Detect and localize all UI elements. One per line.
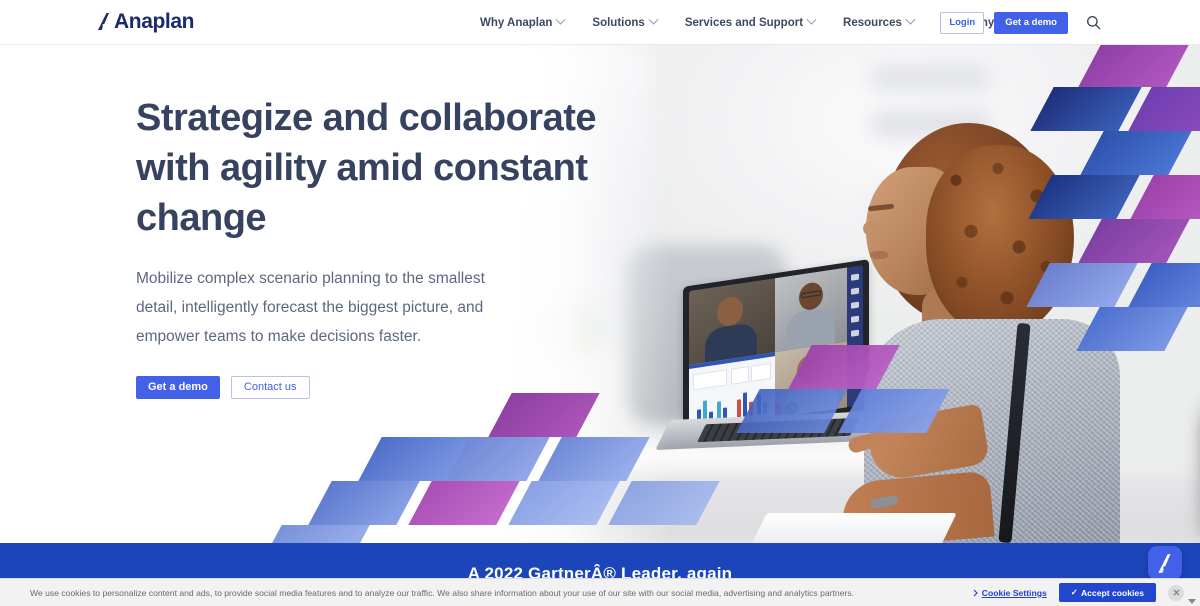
get-a-demo-button[interactable]: Get a demo [994, 11, 1068, 34]
hero-section: Strategize and collaborate with agility … [0, 45, 1200, 543]
search-icon [1086, 15, 1100, 30]
check-icon: ✓ [1070, 587, 1078, 597]
person-illustration [830, 105, 1120, 543]
person-nose [863, 221, 879, 236]
hero-subcopy: Mobilize complex scenario planning to th… [136, 270, 485, 346]
person-lips [870, 251, 888, 259]
chevron-right-icon [973, 589, 978, 596]
nav-label: Resources [843, 16, 902, 29]
cookie-actions: Cookie Settings ✓ Accept cookies [973, 583, 1184, 602]
anaplan-logo[interactable]: Anaplan [96, 11, 194, 32]
accept-cookies-label: Accept cookies [1080, 587, 1144, 598]
anaplan-logo-text: Anaplan [114, 10, 195, 33]
cookie-settings-link[interactable]: Cookie Settings [973, 588, 1047, 598]
login-button[interactable]: Login [940, 11, 985, 34]
photo-background-shelf [870, 65, 990, 91]
notebook-on-desk [749, 513, 957, 543]
cookie-consent-bar: We use cookies to personalize content an… [0, 578, 1200, 606]
page-title: Strategize and collaborate with agility … [136, 97, 597, 240]
nav-item-services-and-support[interactable]: Services and Support [684, 14, 817, 29]
nav-item-why-anaplan[interactable]: Why Anaplan [480, 14, 566, 29]
chevron-down-icon [905, 14, 916, 25]
nav-item-solutions[interactable]: Solutions [592, 14, 659, 29]
chevron-down-icon [806, 14, 817, 25]
cookie-settings-label: Cookie Settings [981, 587, 1047, 598]
page-root: Anaplan Why Anaplan Solutions Services a… [0, 0, 1200, 606]
chat-widget-button[interactable] [1148, 546, 1182, 580]
hero-get-a-demo-button[interactable]: Get a demo [136, 375, 220, 399]
main-navigation: Why Anaplan Solutions Services and Suppo… [480, 0, 1008, 45]
chevron-down-icon [555, 14, 566, 25]
anaplan-chat-icon [1157, 553, 1170, 573]
scroll-down-caret-icon [1188, 599, 1196, 604]
accept-cookies-button[interactable]: ✓ Accept cookies [1058, 583, 1156, 602]
decorative-parallelogram [308, 481, 420, 525]
decorative-parallelogram [258, 525, 370, 543]
hero-cta-row: Get a demo Contact us [136, 375, 606, 399]
nav-label: Services and Support [684, 16, 804, 29]
cookie-consent-text: We use cookies to personalize content an… [30, 587, 855, 598]
site-header: Anaplan Why Anaplan Solutions Services a… [0, 0, 1200, 45]
anaplan-a-mark-icon [98, 13, 109, 30]
chevron-down-icon [648, 14, 659, 25]
hero-contact-us-button[interactable]: Contact us [230, 375, 310, 399]
search-button[interactable] [1082, 12, 1104, 34]
nav-label: Solutions [592, 16, 645, 29]
cookie-close-button[interactable] [1168, 584, 1184, 601]
hero-text-block: Strategize and collaborate with agility … [136, 93, 606, 399]
header-actions: Login Get a demo [940, 0, 1104, 45]
video-participant-tile [689, 278, 775, 366]
nav-item-resources[interactable]: Resources [843, 14, 916, 29]
nav-label: Why Anaplan [480, 16, 553, 29]
close-icon [1172, 589, 1180, 596]
